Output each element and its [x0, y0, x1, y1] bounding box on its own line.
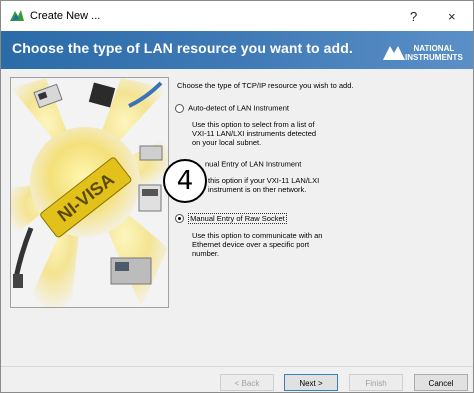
option-raw-socket[interactable]: Manual Entry of Raw Socket: [175, 212, 287, 224]
radio-raw-socket[interactable]: [175, 213, 184, 223]
banner-heading: Choose the type of LAN resource you want…: [12, 40, 353, 56]
option-auto-detect-description: Use this option to select from a list of…: [192, 120, 317, 147]
prompt-text: Choose the type of TCP/IP resource you w…: [177, 81, 354, 90]
ni-logo-icon: [383, 46, 405, 60]
option-manual-lan-label[interactable]: nual Entry of LAN Instrument: [205, 160, 301, 169]
ni-visa-illustration: NI-VISA: [10, 77, 169, 308]
title-bar[interactable]: Create New ... ? ×: [1, 1, 473, 31]
step-callout-badge: 4: [163, 159, 207, 203]
window-title: Create New ...: [30, 10, 101, 22]
create-new-dialog: Create New ... ? × Choose the type of LA…: [0, 0, 474, 393]
option-manual-lan[interactable]: nual Entry of LAN Instrument: [205, 159, 301, 169]
footer-divider: [1, 366, 473, 367]
help-button[interactable]: ?: [410, 9, 417, 24]
back-button[interactable]: < Back: [220, 374, 274, 391]
finish-button[interactable]: Finish: [349, 374, 403, 391]
next-button[interactable]: Next >: [284, 374, 338, 391]
radio-auto-detect[interactable]: [175, 103, 184, 113]
option-auto-detect-label[interactable]: Auto-detect of LAN Instrument: [188, 104, 289, 113]
option-auto-detect[interactable]: Auto-detect of LAN Instrument: [175, 103, 289, 113]
option-manual-lan-description: this option if your VXI-11 LAN/LXI instr…: [208, 176, 320, 194]
cancel-button[interactable]: Cancel: [414, 374, 468, 391]
close-button[interactable]: ×: [448, 9, 456, 24]
ni-logo-text: NATIONAL INSTRUMENTS: [405, 44, 463, 62]
ni-app-icon: [10, 10, 24, 21]
illustration-graphic: NI-VISA: [11, 78, 168, 307]
option-raw-socket-description: Use this option to communicate with an E…: [192, 231, 323, 258]
option-raw-socket-label[interactable]: Manual Entry of Raw Socket: [188, 212, 287, 224]
